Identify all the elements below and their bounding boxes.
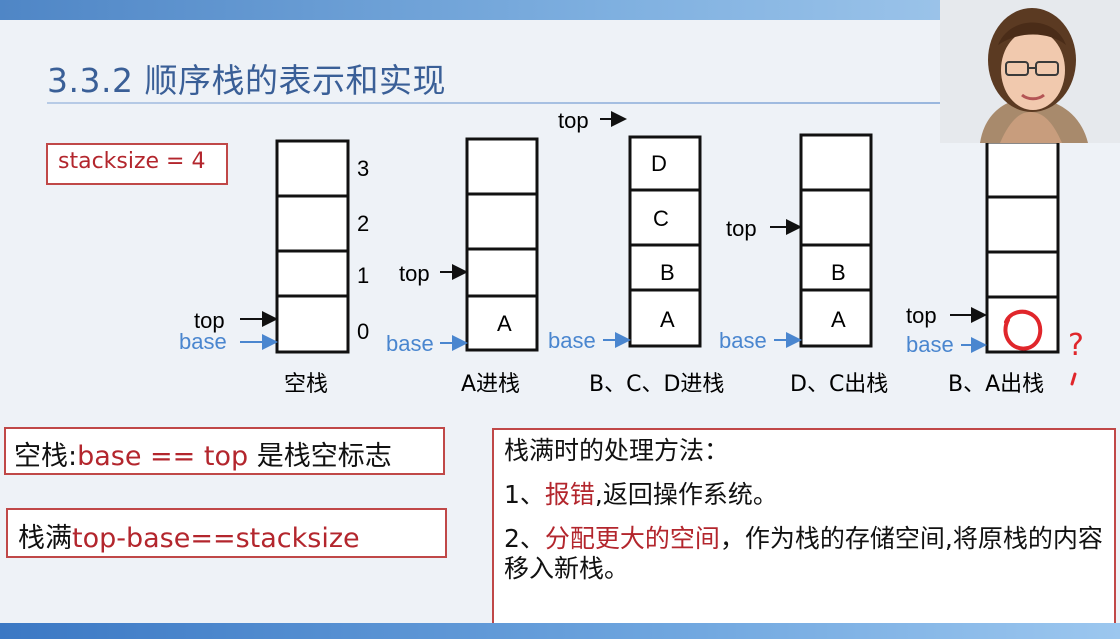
cell-value: D (651, 151, 667, 176)
top-label: top (399, 261, 430, 286)
cell-value: B (660, 260, 675, 285)
base-label: base (179, 329, 227, 354)
webcam-overlay (940, 0, 1120, 143)
cell-value: A (497, 311, 512, 336)
empty-stack-condition: 空栈:base == top 是栈空标志 (4, 427, 445, 475)
index-label-0: 0 (357, 319, 369, 344)
bottom-banner (0, 623, 1120, 639)
index-label-3: 3 (357, 156, 369, 181)
index-label-2: 2 (357, 211, 369, 236)
stack-empty: 3 2 1 0 top base 空栈 (179, 139, 369, 397)
ink-tick (1070, 372, 1077, 386)
stack-caption: D、C出栈 (790, 372, 888, 397)
stack-bcd-pushed: D C B A top base B、C、D进栈 (548, 108, 724, 397)
stack-caption: B、A出栈 (948, 372, 1044, 397)
full-condition: top-base==stacksize (72, 523, 360, 554)
full-stack-condition: 栈满top-base==stacksize (6, 508, 447, 558)
full-prefix: 栈满 (18, 523, 72, 554)
method-item-2: 2、分配更大的空间，作为栈的存储空间,将原栈的内容移入新栈。 (504, 524, 1103, 583)
empty-condition: base == top (77, 441, 249, 472)
stack-ba-popped: top base B、A出栈 ? (906, 140, 1084, 397)
stack-a-pushed: A top base A进栈 (386, 137, 539, 397)
cell-value: C (653, 206, 669, 231)
stack-caption: A进栈 (461, 372, 520, 397)
top-label: top (726, 216, 757, 241)
cell-value: B (831, 260, 846, 285)
empty-prefix: 空栈: (14, 441, 78, 472)
cell-value: A (831, 307, 846, 332)
base-label: base (906, 332, 954, 357)
full-handling-methods: 栈满时的处理方法： 1、报错,返回操作系统。 2、分配更大的空间，作为栈的存储空… (492, 428, 1116, 626)
top-label: top (906, 303, 937, 328)
empty-suffix: 是栈空标志 (248, 441, 392, 472)
base-label: base (386, 331, 434, 356)
cell-value: A (660, 307, 675, 332)
methods-heading: 栈满时的处理方法： (504, 436, 730, 465)
presenter-avatar (940, 0, 1120, 143)
stack-caption: B、C、D进栈 (589, 372, 724, 397)
method-item-1: 1、报错,返回操作系统。 (504, 480, 778, 509)
slide-title: 3.3.2 顺序栈的表示和实现 (47, 61, 446, 100)
ink-question-mark: ? (1068, 328, 1084, 363)
base-label: base (548, 328, 596, 353)
index-label-1: 1 (357, 263, 369, 288)
stack-dc-popped: B A top base D、C出栈 (719, 133, 888, 397)
stack-diagrams: 3 2 1 0 top base 空栈 A top base A进栈 D C B… (179, 108, 1084, 397)
stack-caption: 空栈 (284, 372, 328, 397)
top-label: top (558, 108, 589, 133)
base-label: base (719, 328, 767, 353)
